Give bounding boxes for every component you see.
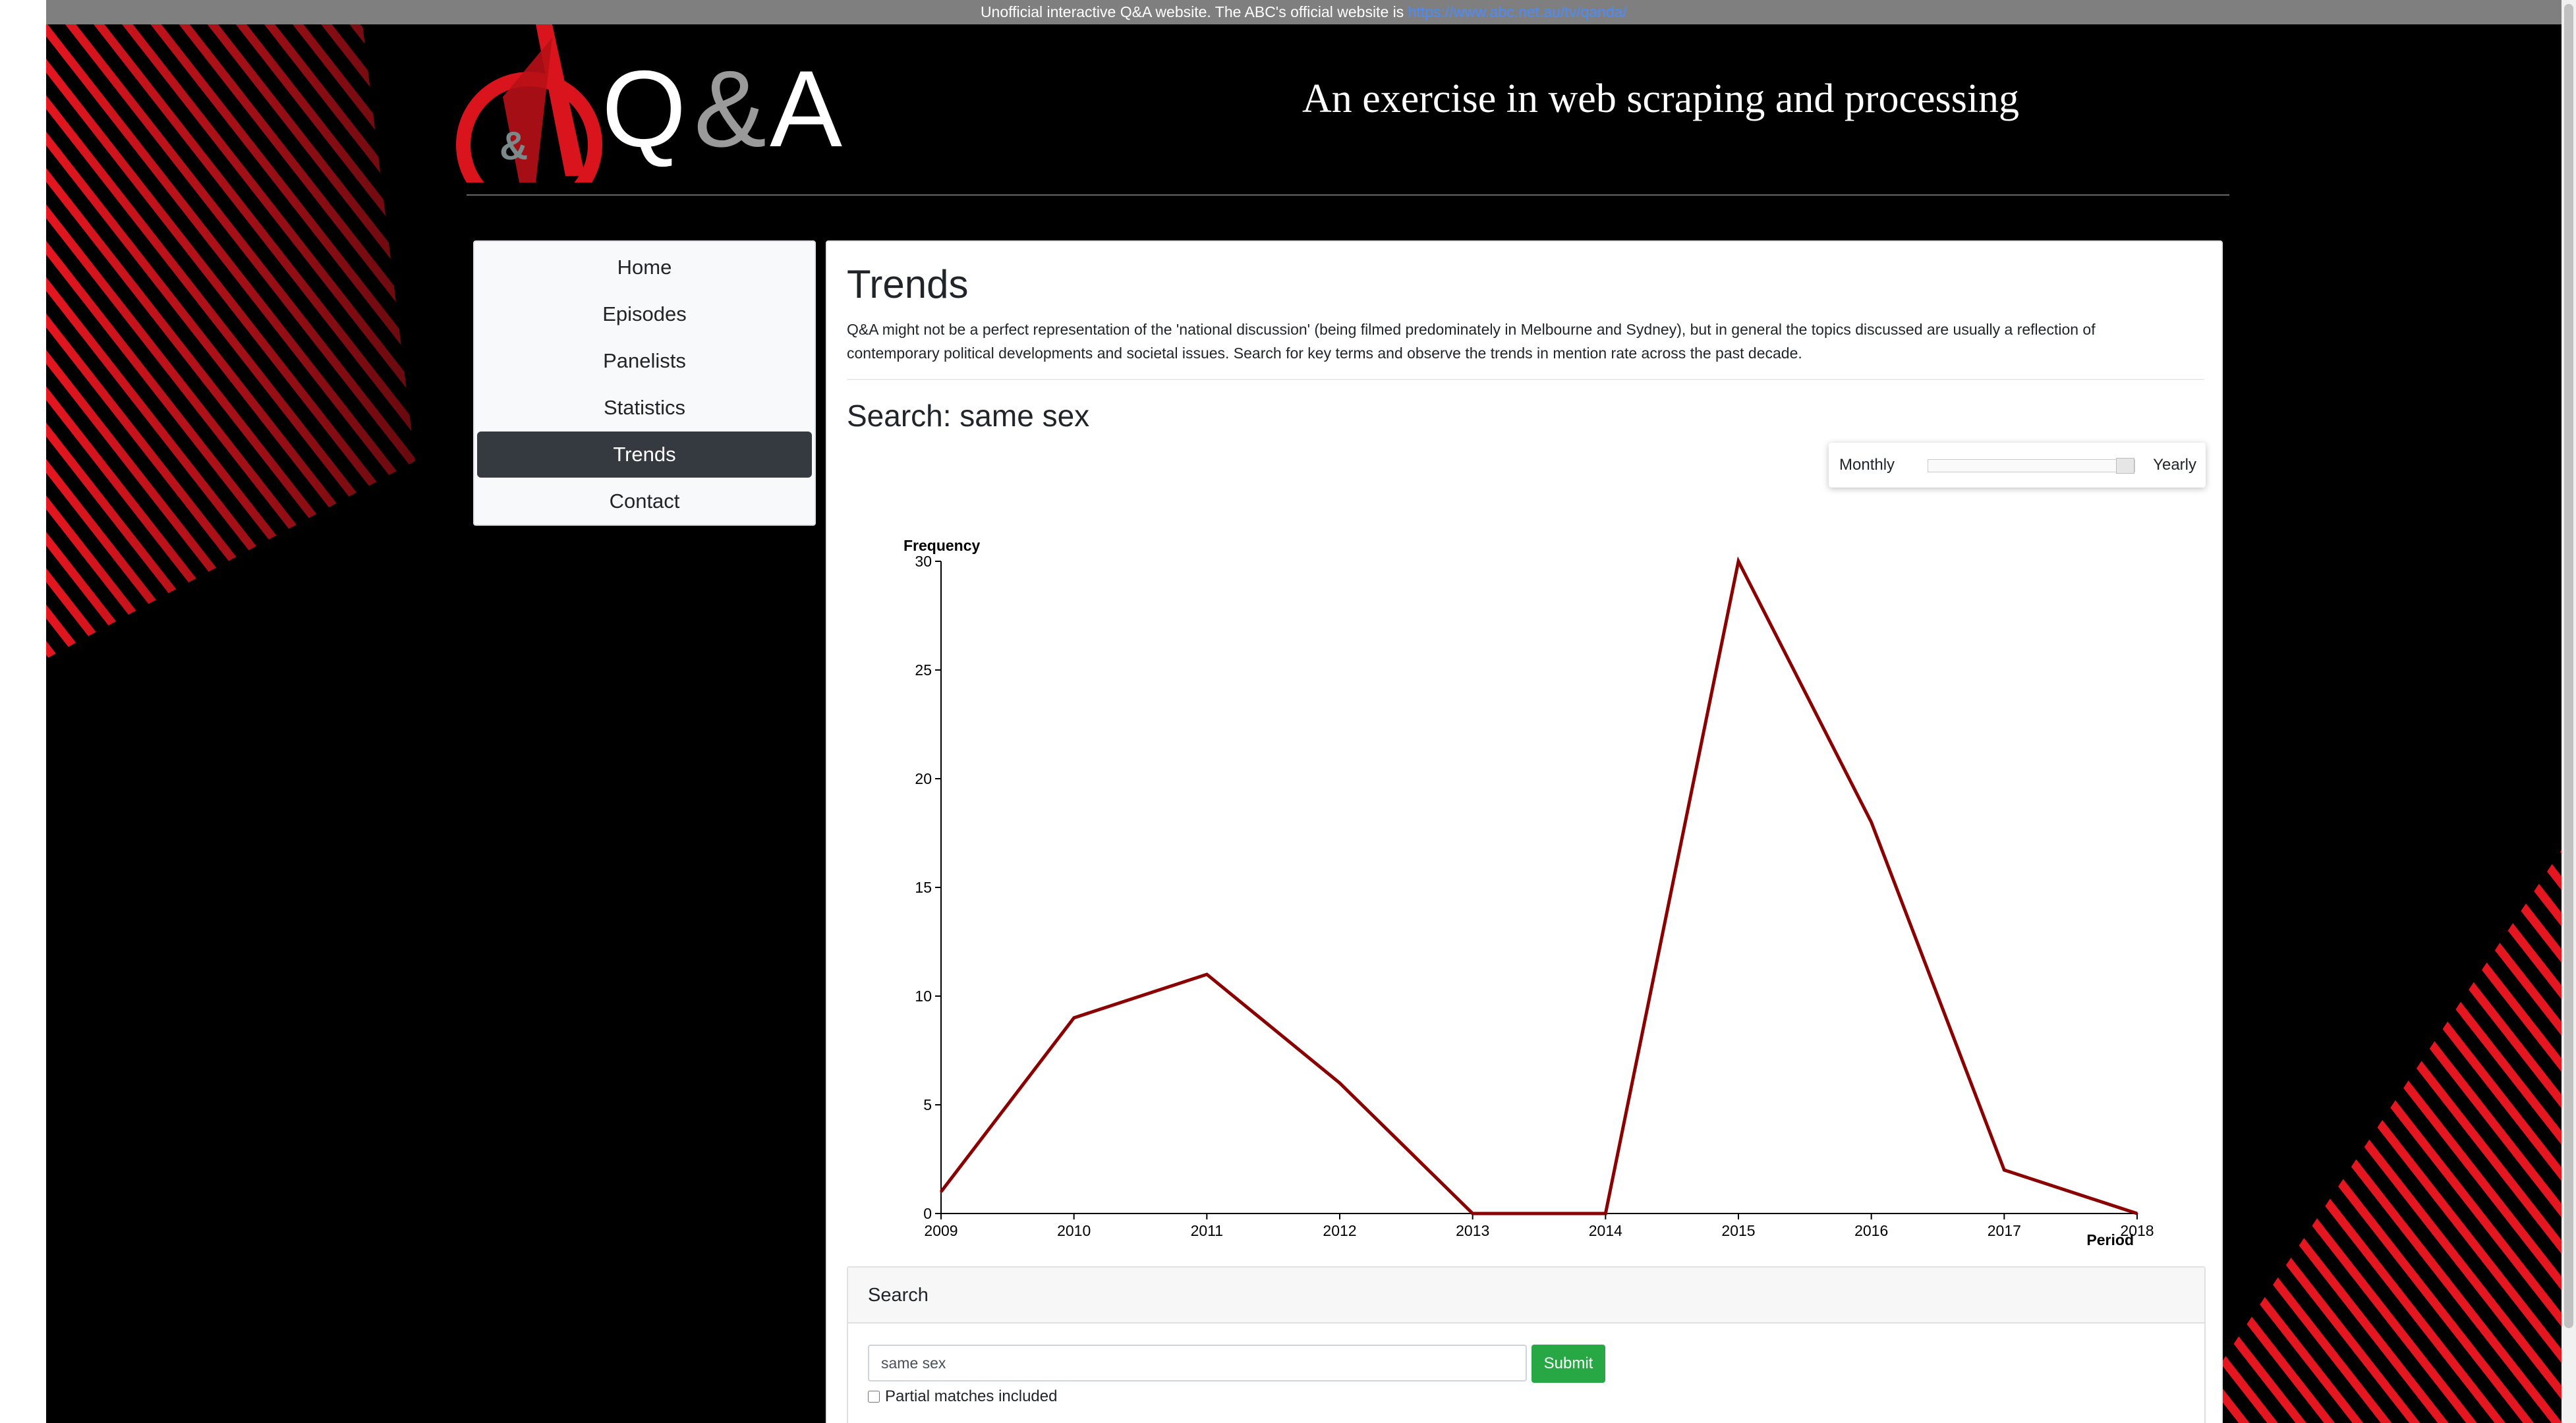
x-tick-label: 2013 — [1456, 1222, 1489, 1239]
toggle-yearly-label[interactable]: Yearly — [2153, 443, 2196, 488]
x-axis-title: Period — [2086, 1231, 2134, 1248]
data-point — [1338, 1082, 1341, 1084]
data-point — [2003, 1169, 2005, 1171]
partial-matches-label: Partial matches included — [885, 1387, 1058, 1405]
search-card-header: Search — [848, 1268, 2204, 1324]
abc-official-link[interactable]: https://www.abc.net.au/tv/qanda/ — [1408, 3, 1627, 20]
svg-text:&: & — [500, 124, 528, 168]
qanda-logo[interactable]: & Q & A — [420, 24, 869, 182]
search-input[interactable] — [868, 1345, 1527, 1381]
y-tick-label: 5 — [923, 1096, 932, 1113]
header-divider — [467, 194, 2229, 196]
scrollbar-thumb[interactable] — [2564, 4, 2573, 1328]
sidebar-item-contact[interactable]: Contact — [477, 478, 812, 524]
trend-line-chart: 0 5 10 15 20 25 30 2009 2010 2011 2012 2013 2014 2015… — [903, 537, 2154, 1248]
data-point — [1205, 973, 1208, 976]
x-tick-label: 2012 — [1323, 1222, 1356, 1239]
x-tick-label: 2011 — [1191, 1222, 1223, 1239]
page-scrollbar[interactable] — [2562, 0, 2576, 1423]
site-background: Unofficial interactive Q&A website. The … — [46, 0, 2562, 1423]
data-point — [1604, 1212, 1607, 1215]
x-tick-label: 2009 — [924, 1222, 958, 1239]
data-point — [1472, 1212, 1474, 1215]
unofficial-notice-bar: Unofficial interactive Q&A website. The … — [46, 0, 2562, 24]
period-toggle[interactable]: Monthly Yearly — [1829, 443, 2206, 488]
y-tick-label: 10 — [915, 988, 932, 1005]
logo-a: A — [770, 48, 842, 169]
submit-button[interactable]: Submit — [1531, 1345, 1605, 1383]
toggle-monthly-label[interactable]: Monthly — [1839, 443, 1895, 488]
search-card: Search Submit Partial matches included — [847, 1266, 2206, 1423]
data-point — [1737, 560, 1740, 563]
y-tick-label: 0 — [923, 1205, 932, 1222]
sidebar-nav: Home Episodes Panelists Statistics Trend… — [473, 240, 816, 526]
y-tick-label: 25 — [915, 661, 932, 679]
data-point — [940, 1190, 942, 1193]
x-tick-label: 2016 — [1854, 1222, 1888, 1239]
x-tick-label: 2010 — [1057, 1222, 1091, 1239]
sidebar-item-home[interactable]: Home — [477, 244, 812, 291]
y-tick-label: 30 — [915, 553, 932, 570]
toggle-slider-knob[interactable] — [2116, 458, 2134, 474]
sidebar-item-trends[interactable]: Trends — [477, 432, 812, 478]
x-tick-label: 2017 — [1988, 1222, 2021, 1239]
search-heading: Search: same sex — [847, 399, 1090, 433]
x-tick-label: 2015 — [1721, 1222, 1755, 1239]
sidebar-item-statistics[interactable]: Statistics — [477, 385, 812, 431]
y-tick-label: 15 — [915, 879, 932, 896]
data-point — [1870, 821, 1873, 823]
intro-paragraph: Q&A might not be a perfect representatio… — [847, 321, 2096, 362]
notice-text: Unofficial interactive Q&A website. The … — [980, 3, 1404, 20]
data-point — [1073, 1017, 1075, 1019]
page-title: Trends — [847, 262, 969, 306]
y-axis-title: Frequency — [903, 537, 981, 554]
logo-q: Q — [602, 48, 686, 169]
series-line — [940, 556, 2138, 1215]
intro-divider — [847, 379, 2204, 380]
x-tick-label: 2014 — [1589, 1222, 1622, 1239]
partial-matches-option[interactable]: Partial matches included — [868, 1387, 1057, 1406]
partial-matches-checkbox[interactable] — [868, 1391, 880, 1403]
y-tick-label: 20 — [915, 770, 932, 787]
logo-amp: & — [694, 48, 766, 169]
toggle-slider-track[interactable] — [1928, 458, 2135, 474]
site-tagline: An exercise in web scraping and processi… — [1302, 76, 2020, 121]
sidebar-item-episodes[interactable]: Episodes — [477, 291, 812, 337]
data-point — [2136, 1212, 2138, 1215]
sidebar-item-panelists[interactable]: Panelists — [477, 338, 812, 384]
